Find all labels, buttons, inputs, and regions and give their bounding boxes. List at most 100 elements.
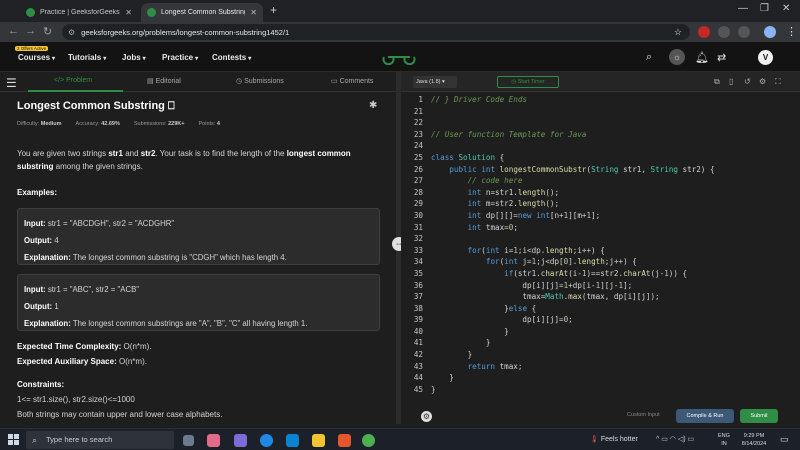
- compile-run-button[interactable]: Compile & Run: [676, 409, 734, 423]
- code-text: }: [431, 338, 491, 348]
- network-icon[interactable]: ▭: [661, 436, 670, 443]
- accuracy-value: 42.69%: [101, 121, 120, 127]
- weather-widget[interactable]: 🌡︎ Feels hotter: [590, 435, 638, 443]
- edge-icon[interactable]: [260, 434, 273, 447]
- forward-arrow-icon[interactable]: →: [25, 25, 36, 37]
- settings-gear-icon[interactable]: ⚙: [759, 77, 766, 86]
- code-line[interactable]: 28 int n=str1.length();: [401, 187, 800, 199]
- code-line[interactable]: 44 }: [401, 372, 800, 384]
- nav-contests[interactable]: Contests ▾: [212, 53, 251, 62]
- language-indicator[interactable]: ENG IN: [718, 432, 730, 448]
- translate-icon[interactable]: ⇄: [717, 51, 726, 64]
- window-close-icon[interactable]: ✕: [782, 3, 790, 14]
- start-timer-button[interactable]: ◷ Start Timer: [497, 76, 559, 88]
- code-area[interactable]: 1 // } Driver Code Ends 21 22 23 // User func…: [401, 94, 800, 395]
- fullscreen-icon[interactable]: ⛶: [775, 77, 781, 87]
- code-line[interactable]: 35 if(str1.charAt(i-1)==str2.charAt(j-1)…: [401, 268, 800, 280]
- profile-icon[interactable]: [764, 26, 776, 38]
- line-number: 45: [413, 384, 423, 394]
- clock[interactable]: 9:29 PM 8/14/2024: [737, 432, 771, 448]
- taskbar-search-input[interactable]: ⌕ Type here to search: [26, 431, 174, 449]
- code-line[interactable]: 34 for(int j=1;j<dp[0].length;j++) {: [401, 256, 800, 268]
- close-icon[interactable]: ✕: [250, 8, 257, 17]
- wifi-icon[interactable]: ◠: [670, 436, 678, 443]
- editor-settings-icon[interactable]: ⚙: [421, 411, 432, 422]
- nav-practice[interactable]: Practice ▾: [162, 53, 198, 62]
- reload-icon[interactable]: ↻: [43, 25, 52, 38]
- tab-submissions[interactable]: ◷ Submissions: [236, 77, 284, 85]
- hamburger-menu-icon[interactable]: ☰: [6, 76, 17, 90]
- task-view-icon[interactable]: [183, 435, 194, 446]
- extensions-puzzle-icon[interactable]: [738, 26, 750, 38]
- code-line[interactable]: 1 // } Driver Code Ends: [401, 94, 800, 106]
- code-line[interactable]: 41 }: [401, 337, 800, 349]
- browser-tab-problem[interactable]: Longest Common Substring | P ✕: [141, 3, 263, 22]
- offers-badge[interactable]: 2 Offers Active: [15, 46, 49, 51]
- file-explorer-icon[interactable]: [312, 434, 325, 447]
- menu-dots-icon[interactable]: ⋮: [786, 25, 797, 38]
- theme-toggle-icon[interactable]: ☼: [669, 49, 685, 65]
- nav-jobs[interactable]: Jobs ▾: [122, 53, 146, 62]
- code-line[interactable]: 36 dp[i][j]=1+dp[i-1][j-1];: [401, 280, 800, 292]
- code-line[interactable]: 29 int m=str2.length();: [401, 198, 800, 210]
- reset-icon[interactable]: ↺: [744, 77, 751, 86]
- code-line[interactable]: 24: [401, 140, 800, 152]
- copy-icon[interactable]: ⧉: [714, 77, 720, 87]
- code-line[interactable]: 22: [401, 117, 800, 129]
- browser-tab-practice[interactable]: Practice | GeeksforGeeks | A co ✕: [20, 3, 138, 22]
- bookmark-icon[interactable]: ⎕: [165, 100, 175, 112]
- code-line[interactable]: 39 dp[i][j]=0;: [401, 314, 800, 326]
- site-info-icon[interactable]: ⚙: [68, 28, 75, 37]
- custom-input-toggle[interactable]: Custom Input: [627, 412, 660, 418]
- code-line[interactable]: 31 int tmax=0;: [401, 222, 800, 234]
- tab-editorial[interactable]: ▤ Editorial: [147, 77, 181, 85]
- code-line[interactable]: 25 class Solution {: [401, 152, 800, 164]
- brave-icon[interactable]: [338, 434, 351, 447]
- code-line[interactable]: 43 return tmax;: [401, 361, 800, 373]
- system-tray[interactable]: ^ ▭ ◠ ◁) ▭: [656, 435, 694, 443]
- tab-comments[interactable]: ▭ Comments: [331, 77, 373, 85]
- code-line[interactable]: 37 tmax=Math.max(tmax, dp[i][j]);: [401, 291, 800, 303]
- media-app-icon[interactable]: [234, 434, 247, 447]
- code-line[interactable]: 33 for(int i=1;i<dp.length;i++) {: [401, 245, 800, 257]
- space-value: O(n*m).: [116, 357, 147, 366]
- code-line[interactable]: 32: [401, 233, 800, 245]
- new-tab-icon[interactable]: +: [270, 3, 277, 17]
- volume-icon[interactable]: ◁): [678, 436, 686, 443]
- code-line[interactable]: 40 }: [401, 326, 800, 338]
- file-icon[interactable]: ▯: [729, 77, 733, 86]
- copilot-icon[interactable]: [207, 434, 220, 447]
- code-line[interactable]: 23 // User function Template for Java: [401, 129, 800, 141]
- mail-icon[interactable]: [286, 434, 299, 447]
- bell-icon[interactable]: 🔔︎: [695, 51, 709, 64]
- language-select[interactable]: Java (1.8) ▾: [413, 76, 457, 88]
- back-arrow-icon[interactable]: ←: [8, 25, 19, 37]
- tab-problem[interactable]: </> Problem: [54, 77, 92, 84]
- avatar[interactable]: V: [758, 50, 773, 65]
- submit-button[interactable]: Submit: [740, 409, 778, 423]
- notification-icon[interactable]: ▭: [780, 434, 789, 445]
- battery-icon[interactable]: ▭: [686, 436, 695, 443]
- code-line[interactable]: 26 public int longestCommonSubstr(String…: [401, 164, 800, 176]
- line-number: 26: [413, 164, 423, 174]
- code-line[interactable]: 45}: [401, 384, 800, 396]
- extension-icon[interactable]: [698, 26, 710, 38]
- extension-icon[interactable]: [718, 26, 730, 38]
- windows-start-icon[interactable]: [8, 434, 20, 446]
- gfg-logo-icon[interactable]: [381, 49, 417, 65]
- nav-courses[interactable]: Courses ▾: [18, 53, 55, 62]
- code-line[interactable]: 21: [401, 106, 800, 118]
- search-icon[interactable]: ⌕: [646, 51, 652, 64]
- restore-icon[interactable]: ❐: [760, 3, 769, 14]
- code-line[interactable]: 27 // code here: [401, 175, 800, 187]
- url-bar[interactable]: ⚙ geeksforgeeks.org/problems/longest-com…: [62, 24, 690, 40]
- chrome-icon[interactable]: [362, 434, 375, 447]
- close-icon[interactable]: ✕: [125, 8, 132, 17]
- code-line[interactable]: 38 }else {: [401, 303, 800, 315]
- bookmark-star-icon[interactable]: ☆: [674, 27, 682, 38]
- code-line[interactable]: 42 }: [401, 349, 800, 361]
- minimize-icon[interactable]: —: [738, 3, 748, 14]
- bug-report-icon[interactable]: ✱: [369, 100, 377, 111]
- code-line[interactable]: 30 int dp[][]=new int[n+1][m+1];: [401, 210, 800, 222]
- nav-tutorials[interactable]: Tutorials ▾: [68, 53, 106, 62]
